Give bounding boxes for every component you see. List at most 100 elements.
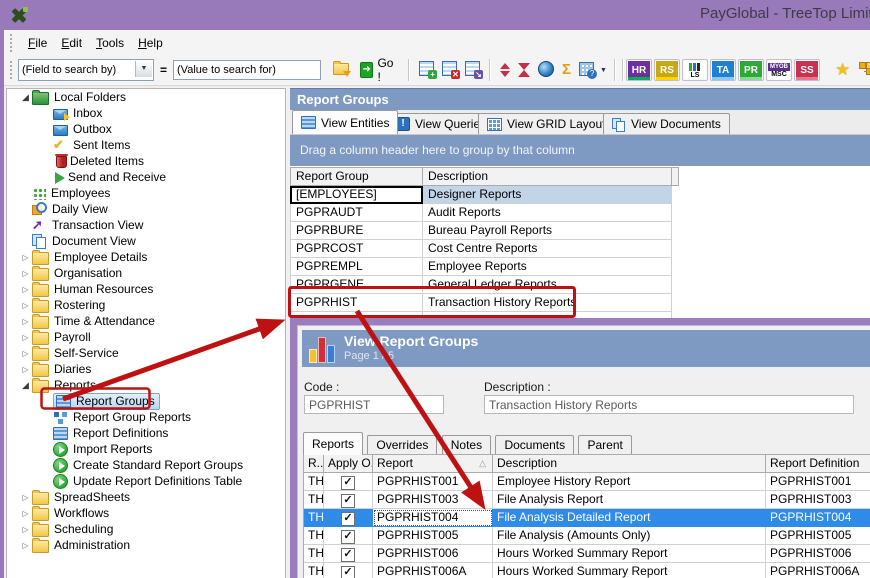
apply-overrides-checkbox[interactable] bbox=[341, 566, 355, 578]
table-row[interactable]: PGPRBUREBureau Payroll Reports bbox=[290, 222, 679, 240]
expander-closed-icon[interactable] bbox=[19, 525, 32, 534]
module-button-hr[interactable]: HR bbox=[626, 59, 652, 81]
report-cell[interactable]: PGPRHIST005 bbox=[373, 527, 493, 545]
description-cell[interactable]: Designer Reports bbox=[423, 186, 672, 204]
report-cell[interactable]: PGPRHIST003 bbox=[373, 491, 493, 509]
table-row[interactable]: PGPRGENEGeneral Ledger Reports bbox=[290, 276, 679, 294]
column-header-report-definition[interactable]: Report Definition bbox=[766, 455, 870, 473]
forward-record-button[interactable]: ↘ bbox=[465, 61, 480, 79]
report-cell-focused[interactable]: PGPRHIST004 bbox=[373, 509, 493, 527]
apply-overrides-checkbox[interactable] bbox=[341, 512, 355, 526]
apply-overrides-checkbox[interactable] bbox=[341, 530, 355, 544]
description-cell[interactable]: Employee Reports bbox=[423, 258, 672, 276]
description-cell[interactable]: Transaction History Reports bbox=[423, 294, 672, 312]
tree-item-human-resources[interactable]: Human Resources bbox=[7, 281, 286, 297]
expander-closed-icon[interactable] bbox=[19, 365, 32, 374]
tree-item-local-folders[interactable]: Local Folders bbox=[7, 89, 286, 105]
tree-item-update-report-definitions-table[interactable]: Update Report Definitions Table bbox=[7, 473, 286, 489]
column-header-report-group[interactable]: Report Group bbox=[290, 167, 423, 186]
table-row[interactable]: [EMPLOYEES]Designer Reports bbox=[290, 186, 679, 204]
tree-item-payroll[interactable]: Payroll bbox=[7, 329, 286, 345]
table-row[interactable]: PGPREMPLEmployee Reports bbox=[290, 258, 679, 276]
definition-cell[interactable]: PGPRHIST006 bbox=[766, 545, 870, 563]
report-group-cell[interactable]: [EMPLOYEES] bbox=[290, 186, 423, 204]
report-cell[interactable]: PGPRHIST006A bbox=[373, 563, 493, 578]
menu-file[interactable]: File bbox=[21, 33, 54, 53]
tree-item-report-definitions[interactable]: Report Definitions bbox=[7, 425, 286, 441]
expander-closed-icon[interactable] bbox=[19, 317, 32, 326]
tree-item-rostering[interactable]: Rostering bbox=[7, 297, 286, 313]
description-cell[interactable]: Hours Worked Summary Report bbox=[493, 563, 766, 578]
description-cell[interactable]: Bureau Payroll Reports bbox=[423, 222, 672, 240]
report-group-cell[interactable]: PGPRGENE bbox=[290, 276, 423, 294]
org-chart-button[interactable] bbox=[858, 61, 870, 79]
tab-view-grid-layouts[interactable]: View GRID Layouts bbox=[478, 113, 621, 134]
expander-closed-icon[interactable] bbox=[19, 253, 32, 262]
report-row[interactable]: THPGPRHIST006Hours Worked Summary Report… bbox=[304, 545, 870, 563]
column-header-description[interactable]: Description bbox=[493, 455, 766, 473]
tree-item-reports[interactable]: Reports bbox=[7, 377, 286, 393]
report-row[interactable]: THPGPRHIST001Employee History ReportPGPR… bbox=[304, 473, 870, 491]
definition-cell[interactable]: PGPRHIST004 bbox=[766, 509, 870, 527]
description-cell[interactable]: File Analysis (Amounts Only) bbox=[493, 527, 766, 545]
toolbar-grip[interactable] bbox=[10, 61, 12, 79]
folder-search-button[interactable] bbox=[333, 63, 349, 78]
tab-notes[interactable]: Notes bbox=[442, 435, 491, 455]
report-group-cell[interactable]: PGPRHIST bbox=[290, 294, 423, 312]
apply-overrides-checkbox[interactable] bbox=[341, 476, 355, 490]
report-cell[interactable]: PGPRHIST006 bbox=[373, 545, 493, 563]
table-row[interactable]: PGPRAUDTAudit Reports bbox=[290, 204, 679, 222]
expander-closed-icon[interactable] bbox=[19, 349, 32, 358]
module-button-ls[interactable]: LS bbox=[682, 59, 708, 81]
module-button-ss[interactable]: SS bbox=[794, 59, 820, 81]
column-header-apply-overrides[interactable]: Apply O... bbox=[324, 455, 373, 473]
menu-tools[interactable]: Tools bbox=[89, 33, 131, 53]
description-cell[interactable]: Hours Worked Summary Report bbox=[493, 545, 766, 563]
column-header-report[interactable]: Report△ bbox=[373, 455, 493, 473]
description-cell[interactable]: Cost Centre Reports bbox=[423, 240, 672, 258]
expander-closed-icon[interactable] bbox=[19, 269, 32, 278]
delete-record-button[interactable]: ✕ bbox=[442, 61, 457, 79]
expander-open-icon[interactable] bbox=[19, 92, 32, 103]
expander-closed-icon[interactable] bbox=[19, 493, 32, 502]
column-header-description[interactable]: Description bbox=[423, 167, 672, 186]
apply-overrides-checkbox[interactable] bbox=[341, 548, 355, 562]
report-row-selected[interactable]: THPGPRHIST004File Analysis Detailed Repo… bbox=[304, 509, 870, 527]
tab-documents[interactable]: Documents bbox=[495, 435, 574, 455]
tree-item-deleted-items[interactable]: Deleted Items bbox=[7, 153, 286, 169]
search-field-input[interactable] bbox=[19, 62, 153, 78]
description-cell[interactable]: File Analysis Detailed Report bbox=[493, 509, 766, 527]
report-group-cell[interactable]: PGPREMPL bbox=[290, 258, 423, 276]
tree-item-create-standard-report-groups[interactable]: Create Standard Report Groups bbox=[7, 457, 286, 473]
tree-item-self-service[interactable]: Self-Service bbox=[7, 345, 286, 361]
dropdown-caret-icon[interactable]: ▼ bbox=[600, 67, 607, 74]
calculator-help-button[interactable]: ? bbox=[579, 62, 594, 79]
chevron-down-icon[interactable]: ▼ bbox=[135, 61, 152, 77]
tree-item-send-and-receive[interactable]: Send and Receive bbox=[7, 169, 286, 185]
group-by-hint[interactable]: Drag a column header here to group by th… bbox=[290, 135, 870, 166]
definition-cell[interactable]: PGPRHIST005 bbox=[766, 527, 870, 545]
menu-help[interactable]: Help bbox=[131, 33, 170, 53]
description-field[interactable] bbox=[484, 395, 854, 414]
expander-closed-icon[interactable] bbox=[19, 285, 32, 294]
tree-item-organisation[interactable]: Organisation bbox=[7, 265, 286, 281]
tree-item-spreadsheets[interactable]: SpreadSheets bbox=[7, 489, 286, 505]
menu-edit[interactable]: Edit bbox=[54, 33, 89, 53]
definition-cell[interactable]: PGPRHIST006A bbox=[766, 563, 870, 578]
go-button[interactable]: ➜ Go ! bbox=[355, 53, 401, 87]
tab-reports[interactable]: Reports bbox=[303, 432, 363, 455]
title-bar[interactable]: PayGlobal - TreeTop Limited bbox=[0, 0, 870, 30]
description-cell[interactable]: General Ledger Reports bbox=[423, 276, 672, 294]
expander-closed-icon[interactable] bbox=[19, 333, 32, 342]
tree-item-report-groups[interactable]: Report Groups bbox=[7, 393, 286, 409]
search-field-combobox[interactable]: ▼ bbox=[18, 59, 154, 81]
column-header-r[interactable]: R... bbox=[304, 455, 324, 473]
report-row[interactable]: THPGPRHIST005File Analysis (Amounts Only… bbox=[304, 527, 870, 545]
apply-overrides-checkbox[interactable] bbox=[341, 494, 355, 508]
report-row[interactable]: THPGPRHIST006AHours Worked Summary Repor… bbox=[304, 563, 870, 578]
add-record-button[interactable]: + bbox=[419, 61, 434, 79]
search-value-input[interactable] bbox=[173, 60, 321, 80]
definition-cell[interactable]: PGPRHIST003 bbox=[766, 491, 870, 509]
tab-view-entities[interactable]: View Entities bbox=[292, 110, 398, 134]
tree-item-diaries[interactable]: Diaries bbox=[7, 361, 286, 377]
